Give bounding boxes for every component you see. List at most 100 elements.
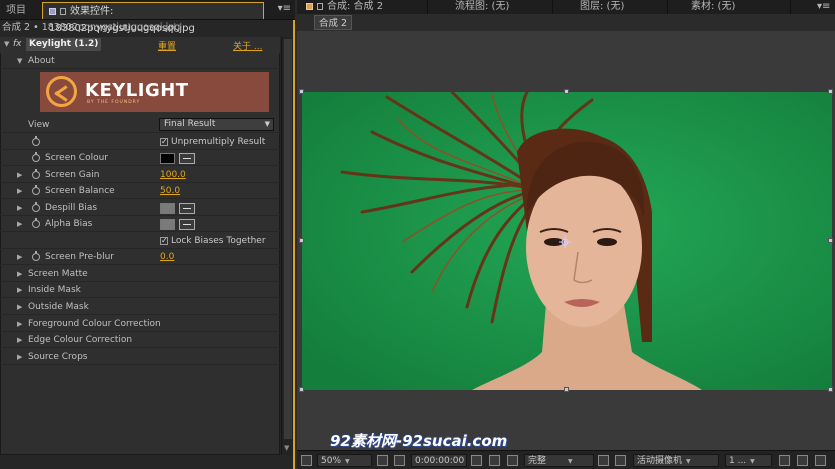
stopwatch-icon[interactable] <box>32 185 40 195</box>
tab-project[interactable]: 项目 <box>0 2 32 19</box>
scrollbar-thumb[interactable] <box>284 39 292 439</box>
green-screen-frame[interactable] <box>302 92 832 390</box>
show-snapshot-icon[interactable] <box>489 455 500 466</box>
panel-menu-icon[interactable]: ▾≡ <box>817 0 830 14</box>
eyedropper-icon[interactable] <box>179 203 195 214</box>
screen-gain-value[interactable]: 100.0 <box>160 167 186 183</box>
screen-preblur-value[interactable]: 0.0 <box>160 249 174 265</box>
group-label: Inside Mask <box>28 285 81 295</box>
param-row-alpha-bias: ▶ Alpha Bias <box>0 216 280 232</box>
views-dropdown[interactable]: 1 ... ▼ <box>725 454 772 467</box>
region-of-interest-icon[interactable] <box>598 455 609 466</box>
timeline-icon[interactable] <box>815 455 826 466</box>
transform-handle[interactable] <box>828 89 833 94</box>
stopwatch-icon[interactable] <box>32 202 40 212</box>
group-edge-colour-correction[interactable]: ▶ Edge Colour Correction <box>0 332 280 348</box>
view-dropdown-value: Final Result <box>164 119 216 129</box>
tab-effect-controls[interactable]: 效果控件: 183802pqnygstjuugqosqi.jpg <box>42 2 264 34</box>
collapse-triangle-icon[interactable]: ▼ <box>4 40 9 48</box>
param-label: Screen Colour <box>45 153 109 163</box>
expand-triangle-icon[interactable]: ▶ <box>17 183 22 199</box>
composition-breadcrumb[interactable]: 合成 2 <box>314 15 353 30</box>
screen-balance-value[interactable]: 50.0 <box>160 183 180 199</box>
chevron-down-icon: ▼ <box>568 458 573 465</box>
transform-handle[interactable] <box>299 387 304 392</box>
about-group[interactable]: ▼ About <box>0 53 280 69</box>
transform-handle[interactable] <box>828 387 833 392</box>
zoom-value: 50% <box>321 456 342 466</box>
transform-handle[interactable] <box>299 238 304 243</box>
toggle-pixel-aspect-icon[interactable] <box>779 455 790 466</box>
expand-triangle-icon[interactable]: ▶ <box>17 216 22 232</box>
views-value: 1 ... <box>729 456 747 466</box>
always-preview-icon[interactable] <box>301 455 312 466</box>
group-source-crops[interactable]: ▶ Source Crops <box>0 349 280 365</box>
timecode-display[interactable]: 0:00:00:00 <box>411 454 467 467</box>
expand-triangle-icon[interactable]: ▶ <box>17 249 22 265</box>
group-inside-mask[interactable]: ▶ Inside Mask <box>0 282 280 298</box>
transparency-grid-icon[interactable] <box>615 455 626 466</box>
about-link[interactable]: 关于 ... <box>233 39 262 52</box>
group-screen-matte[interactable]: ▶ Screen Matte <box>0 266 280 282</box>
tab-composition[interactable]: 合成: 合成 2 <box>306 0 383 14</box>
lock-icon[interactable] <box>60 7 66 15</box>
left-tab-bar: 项目 效果控件: 183802pqnygstjuugqosqi.jpg ▾≡ <box>0 0 295 34</box>
snapshot-icon[interactable] <box>471 455 482 466</box>
transform-handle[interactable] <box>564 387 569 392</box>
lock-icon[interactable] <box>317 2 323 10</box>
param-row-screen-gain: ▶ Screen Gain 100.0 <box>0 167 280 183</box>
scroll-down-icon[interactable]: ▼ <box>284 444 289 452</box>
camera-dropdown[interactable]: 活动摄像机 ▼ <box>633 454 719 467</box>
viewer-area[interactable] <box>297 31 835 450</box>
stopwatch-icon[interactable] <box>32 152 40 162</box>
despill-bias-swatch[interactable] <box>160 203 175 214</box>
expand-triangle-icon[interactable]: ▶ <box>17 316 22 332</box>
panel-menu-icon[interactable]: ▾≡ <box>278 3 291 14</box>
tab-layer[interactable]: 图层: (无) <box>580 0 624 14</box>
screen-colour-swatch[interactable] <box>160 153 175 164</box>
tab-composition-label: 合成: 合成 2 <box>327 1 384 12</box>
group-label: Foreground Colour Correction <box>28 319 161 329</box>
viewer-tab-bar: 合成: 合成 2 流程图: (无) 图层: (无) 素材: (无) ▾≡ <box>297 0 835 14</box>
channel-icon[interactable] <box>507 455 518 466</box>
resolution-dropdown[interactable]: 完整 ▼ <box>524 454 594 467</box>
expand-triangle-icon[interactable]: ▶ <box>17 282 22 298</box>
mask-visibility-icon[interactable] <box>394 455 405 466</box>
stopwatch-icon[interactable] <box>32 251 40 261</box>
expand-triangle-icon[interactable]: ▶ <box>17 200 22 216</box>
transform-handle[interactable] <box>828 238 833 243</box>
stopwatch-icon[interactable] <box>32 218 40 228</box>
effect-header[interactable]: ▼ fx Keylight (1.2) 重置 关于 ... <box>0 37 280 53</box>
eyedropper-icon[interactable] <box>179 219 195 230</box>
expand-triangle-icon[interactable]: ▶ <box>17 349 22 365</box>
transform-handle[interactable] <box>564 89 569 94</box>
param-label: Screen Pre-blur <box>45 252 114 262</box>
tab-footage[interactable]: 素材: (无) <box>691 0 735 14</box>
expand-triangle-icon[interactable]: ▶ <box>17 167 22 183</box>
unpremultiply-checkbox[interactable]: ✓ <box>160 138 168 146</box>
vertical-scrollbar[interactable]: ▼ <box>281 37 293 455</box>
view-dropdown[interactable]: Final Result ▼ <box>159 118 274 131</box>
transform-handle[interactable] <box>299 89 304 94</box>
fx-icon[interactable]: fx <box>13 39 22 49</box>
expand-triangle-icon[interactable]: ▼ <box>17 53 22 69</box>
expand-triangle-icon[interactable]: ▶ <box>17 299 22 315</box>
stopwatch-icon[interactable] <box>32 136 40 146</box>
stopwatch-icon[interactable] <box>32 169 40 179</box>
green-screen-image <box>302 92 832 390</box>
expand-triangle-icon[interactable]: ▶ <box>17 266 22 282</box>
alpha-bias-swatch[interactable] <box>160 219 175 230</box>
zoom-dropdown[interactable]: 50% ▼ <box>317 454 372 467</box>
safe-margins-icon[interactable] <box>377 455 388 466</box>
group-foreground-colour-correction[interactable]: ▶ Foreground Colour Correction <box>0 316 280 332</box>
effect-name[interactable]: Keylight (1.2) <box>26 38 102 51</box>
expand-triangle-icon[interactable]: ▶ <box>17 332 22 348</box>
eyedropper-icon[interactable] <box>179 153 195 164</box>
tab-flowchart[interactable]: 流程图: (无) <box>455 0 509 14</box>
chevron-down-icon: ▼ <box>264 120 270 128</box>
group-outside-mask[interactable]: ▶ Outside Mask <box>0 299 280 315</box>
fast-previews-icon[interactable] <box>797 455 808 466</box>
lock-biases-checkbox[interactable]: ✓ <box>160 237 168 245</box>
reset-link[interactable]: 重置 <box>158 39 176 52</box>
resolution-value: 完整 <box>528 456 547 466</box>
